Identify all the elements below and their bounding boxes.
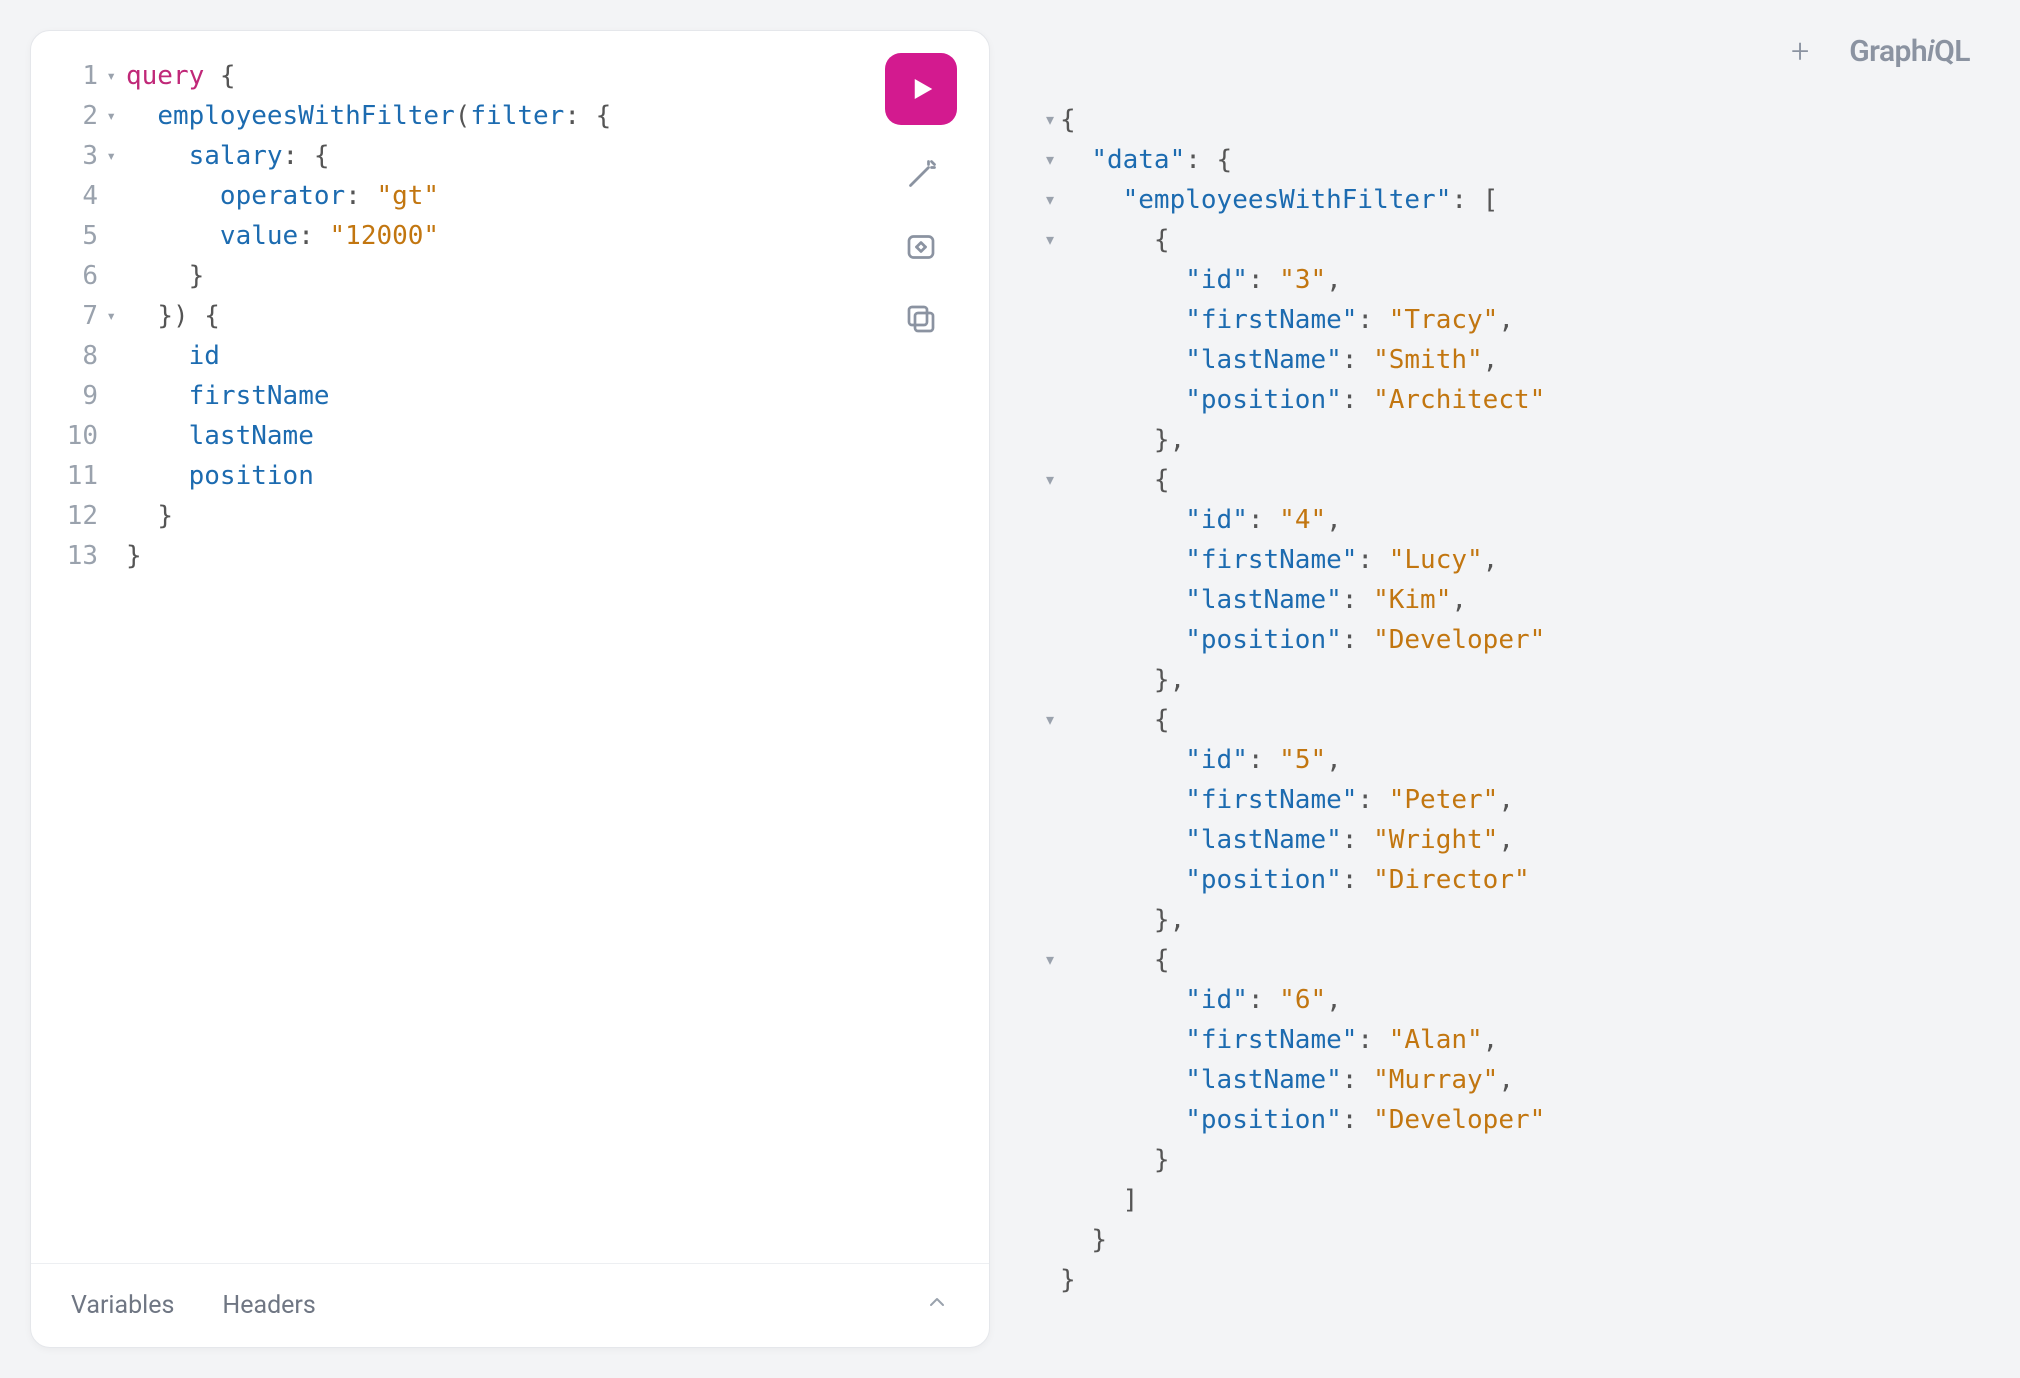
execute-button[interactable]: [885, 53, 957, 125]
copy-icon: [903, 301, 939, 337]
line-gutter: 1▾ 2▾ 3▾ 4 5 6 7▾ 8 9 10 11 12 13: [31, 56, 126, 1263]
editor-toolbar: [885, 53, 957, 341]
magic-wand-icon: [903, 157, 939, 193]
fold-caret-icon[interactable]: ▾: [102, 56, 116, 96]
response-json: { "data": { "employeesWithFilter": [ { "…: [1060, 100, 1990, 1348]
query-editor[interactable]: 1▾ 2▾ 3▾ 4 5 6 7▾ 8 9 10 11 12 13 query …: [31, 31, 989, 1263]
fold-caret-icon[interactable]: ▾: [102, 96, 116, 136]
editor-bottom-bar: Variables Headers: [31, 1263, 989, 1347]
response-panel: + GraphiQL ▾ ▾ ▾ ▾ ▾ ▾: [1020, 30, 1990, 1348]
response-fold-gutter: ▾ ▾ ▾ ▾ ▾ ▾ ▾: [1020, 100, 1060, 1348]
prettify-button[interactable]: [899, 153, 943, 197]
fold-caret-icon[interactable]: ▾: [102, 136, 116, 176]
query-editor-panel: 1▾ 2▾ 3▾ 4 5 6 7▾ 8 9 10 11 12 13 query …: [30, 30, 990, 1348]
merge-button[interactable]: [899, 225, 943, 269]
graphiql-logo: GraphiQL: [1849, 34, 1970, 69]
chevron-up-icon[interactable]: [925, 1290, 949, 1321]
copy-button[interactable]: [899, 297, 943, 341]
merge-icon: [903, 229, 939, 265]
tab-headers[interactable]: Headers: [222, 1291, 315, 1320]
play-icon: [906, 74, 936, 104]
graphiql-app: 1▾ 2▾ 3▾ 4 5 6 7▾ 8 9 10 11 12 13 query …: [0, 0, 2020, 1378]
add-tab-button[interactable]: +: [1791, 32, 1809, 70]
response-viewer[interactable]: ▾ ▾ ▾ ▾ ▾ ▾ ▾: [1020, 100, 1990, 1348]
fold-caret-icon[interactable]: ▾: [102, 296, 116, 336]
editor-bottom-tabs: Variables Headers: [71, 1291, 316, 1320]
query-code[interactable]: query { employeesWithFilter(filter: { sa…: [126, 56, 989, 1263]
tab-variables[interactable]: Variables: [71, 1291, 174, 1320]
topbar: + GraphiQL: [1020, 30, 1990, 100]
